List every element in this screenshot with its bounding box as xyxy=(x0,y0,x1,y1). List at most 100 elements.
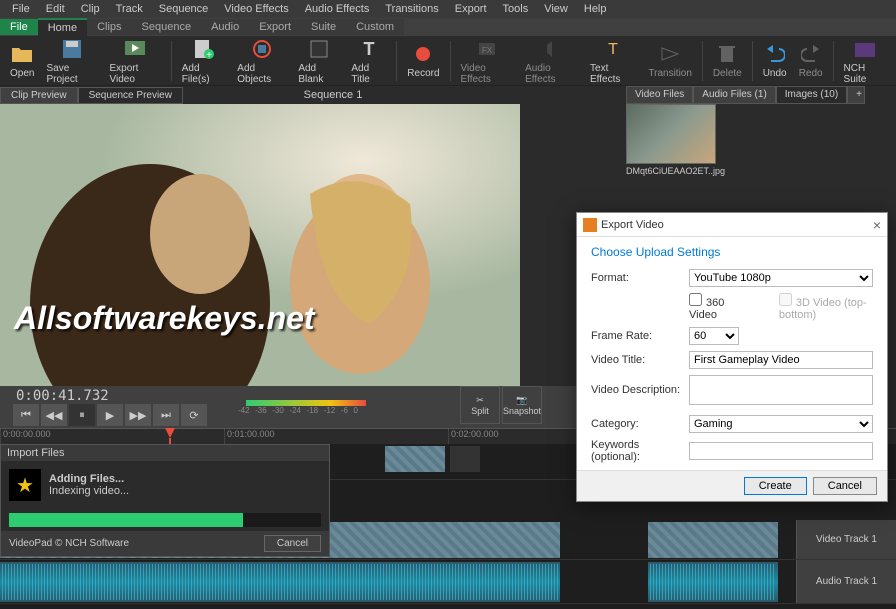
skip-start-button[interactable]: ⏮ xyxy=(13,404,39,426)
menu-bar: File Edit Clip Track Sequence Video Effe… xyxy=(0,0,896,18)
audio-effects-button[interactable]: Audio Effects xyxy=(519,35,584,87)
format-select[interactable]: YouTube 1080p xyxy=(689,269,873,287)
snapshot-button[interactable]: 📷Snapshot xyxy=(502,386,542,424)
export-video-button[interactable]: Export Video xyxy=(104,35,167,87)
export-cancel-button[interactable]: Cancel xyxy=(813,477,877,495)
ribbon-toolbar: Open Save Project Export Video +Add File… xyxy=(0,36,896,86)
delete-button[interactable]: Delete xyxy=(707,40,748,81)
audio-clip[interactable] xyxy=(648,562,778,602)
menu-track[interactable]: Track xyxy=(108,3,151,15)
video-clip[interactable] xyxy=(385,446,445,472)
video-title-input[interactable] xyxy=(689,351,873,369)
360-video-checkbox[interactable]: 360 Video xyxy=(689,293,739,321)
ribbon-tab-clips[interactable]: Clips xyxy=(87,19,131,35)
menu-sequence[interactable]: Sequence xyxy=(151,3,217,15)
afx-label: Audio Effects xyxy=(525,63,578,85)
split-label: Split xyxy=(471,406,489,416)
menu-edit[interactable]: Edit xyxy=(38,3,73,15)
video-fx-icon: FX xyxy=(475,37,499,61)
framerate-label: Frame Rate: xyxy=(591,330,689,342)
add-title-button[interactable]: TAdd Title xyxy=(345,35,392,87)
fast-forward-button[interactable]: ▶▶ xyxy=(125,404,151,426)
ribbon-tab-file[interactable]: File xyxy=(0,19,38,35)
menu-export[interactable]: Export xyxy=(447,3,495,15)
menu-transitions[interactable]: Transitions xyxy=(377,3,446,15)
video-effects-button[interactable]: FX Video Effects xyxy=(454,35,519,87)
ribbon-tab-custom[interactable]: Custom xyxy=(346,19,404,35)
thumbnail-filename: DMqt6CiUEAAO2ET..jpg xyxy=(626,166,726,176)
indexing-label: Indexing video... xyxy=(49,485,129,497)
video-clip[interactable] xyxy=(648,522,778,558)
skip-end-button[interactable]: ⏭ xyxy=(153,404,179,426)
loop-button[interactable]: ⟳ xyxy=(181,404,207,426)
play-button[interactable]: ▶ xyxy=(97,404,123,426)
export-video-dialog: Export Video × Choose Upload Settings Fo… xyxy=(576,212,888,502)
video-clip[interactable] xyxy=(450,446,480,472)
ribbon-tab-export[interactable]: Export xyxy=(249,19,301,35)
menu-clip[interactable]: Clip xyxy=(73,3,108,15)
keywords-input[interactable] xyxy=(689,442,873,460)
export-title: Export Video xyxy=(601,219,664,231)
import-progress-bar xyxy=(9,513,321,527)
audio-track-1-header[interactable]: Audio Track 1 xyxy=(796,560,896,603)
add-objects-button[interactable]: Add Objects xyxy=(231,35,292,87)
import-footer-label: VideoPad © NCH Software xyxy=(9,538,129,549)
category-label: Category: xyxy=(591,418,689,430)
pause-button[interactable]: ⏸ xyxy=(69,404,95,426)
menu-audio-effects[interactable]: Audio Effects xyxy=(297,3,378,15)
ribbon-tab-sequence[interactable]: Sequence xyxy=(132,19,202,35)
undo-label: Undo xyxy=(763,68,787,79)
add-title-label: Add Title xyxy=(351,63,386,85)
video-track-1-header[interactable]: Video Track 1 xyxy=(796,520,896,559)
ribbon-tab-suite[interactable]: Suite xyxy=(301,19,346,35)
3d-video-checkbox[interactable]: 3D Video (top-bottom) xyxy=(779,293,873,321)
ribbon-tab-home[interactable]: Home xyxy=(38,18,87,36)
video-title-label: Video Title: xyxy=(591,354,689,366)
transition-button[interactable]: Transition xyxy=(642,40,698,81)
menu-view[interactable]: View xyxy=(536,3,576,15)
menu-video-effects[interactable]: Video Effects xyxy=(216,3,296,15)
text-effects-button[interactable]: TText Effects xyxy=(584,35,642,87)
format-label: Format: xyxy=(591,272,689,284)
create-button[interactable]: Create xyxy=(744,477,807,495)
record-button[interactable]: Record xyxy=(401,40,445,81)
add-blank-icon xyxy=(307,37,331,61)
audio-fx-icon xyxy=(540,37,564,61)
menu-tools[interactable]: Tools xyxy=(495,3,537,15)
save-icon xyxy=(60,37,84,61)
audio-files-tab[interactable]: Audio Files (1) xyxy=(693,86,775,104)
nch-suite-button[interactable]: NCH Suite xyxy=(838,35,893,87)
keywords-label: Keywords (optional): xyxy=(591,439,689,463)
framerate-select[interactable]: 60 xyxy=(689,327,739,345)
rewind-button[interactable]: ◀◀ xyxy=(41,404,67,426)
export-label: Export Video xyxy=(110,63,161,85)
vfx-label: Video Effects xyxy=(460,63,513,85)
add-bin-tab[interactable]: + xyxy=(847,86,865,104)
images-tab[interactable]: Images (10) xyxy=(776,86,847,104)
split-button[interactable]: ✂Split xyxy=(460,386,500,424)
svg-text:+: + xyxy=(206,50,212,59)
export-titlebar[interactable]: Export Video × xyxy=(577,213,887,237)
undo-button[interactable]: Undo xyxy=(757,40,793,81)
add-blank-button[interactable]: Add Blank xyxy=(292,35,345,87)
clip-preview-tab[interactable]: Clip Preview xyxy=(0,87,78,104)
audio-clip-main[interactable] xyxy=(0,562,560,602)
media-thumbnail[interactable]: DMqt6CiUEAAO2ET..jpg xyxy=(626,104,726,194)
add-files-button[interactable]: +Add File(s) xyxy=(176,35,232,87)
add-file-icon: + xyxy=(192,37,216,61)
video-desc-input[interactable] xyxy=(689,375,873,405)
category-select[interactable]: Gaming xyxy=(689,415,873,433)
add-objects-label: Add Objects xyxy=(237,63,286,85)
menu-file[interactable]: File xyxy=(4,3,38,15)
text-fx-icon: T xyxy=(601,37,625,61)
open-button[interactable]: Open xyxy=(4,40,40,81)
menu-help[interactable]: Help xyxy=(576,3,615,15)
close-icon[interactable]: × xyxy=(873,217,881,233)
ribbon-tab-audio[interactable]: Audio xyxy=(201,19,249,35)
import-cancel-button[interactable]: Cancel xyxy=(264,535,321,552)
sequence-preview-tab[interactable]: Sequence Preview xyxy=(78,87,183,104)
video-files-tab[interactable]: Video Files xyxy=(626,86,693,104)
save-project-button[interactable]: Save Project xyxy=(40,35,103,87)
svg-text:FX: FX xyxy=(482,46,493,55)
redo-button[interactable]: Redo xyxy=(793,40,829,81)
